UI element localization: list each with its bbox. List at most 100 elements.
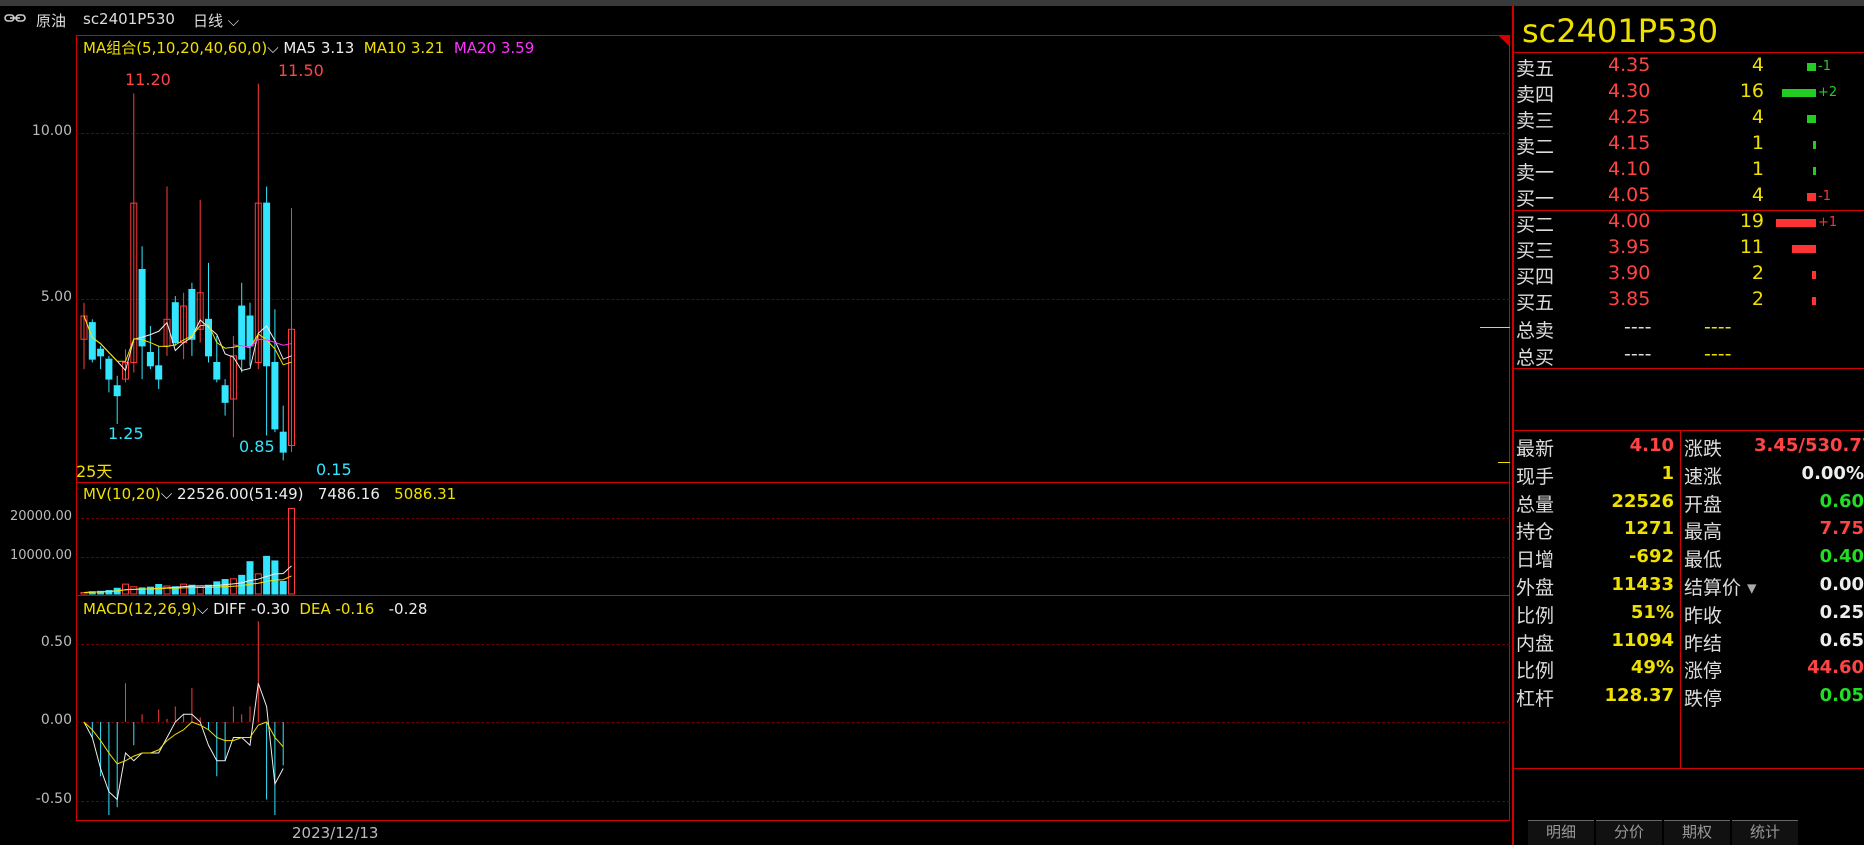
- y-tick-label: 10.00: [31, 123, 72, 139]
- volume-bar: [146, 586, 154, 595]
- stat-value: 0.25: [1819, 601, 1864, 623]
- stat-value: 44.60: [1807, 657, 1864, 679]
- quote-panel: sc2401P530 卖五 4.35 4 -1 卖四 4.30 16 +2 卖三 4.25 4 卖二 4…: [1512, 6, 1864, 845]
- stat-value: 0.00%: [1801, 462, 1864, 484]
- stat-label: 持仓: [1516, 521, 1555, 544]
- level-label: 买二: [1516, 214, 1555, 236]
- level-price: 3.90: [1608, 262, 1651, 284]
- mv20-value: 5086.31: [394, 485, 457, 503]
- candle-body: [155, 365, 163, 380]
- total-row: 总卖 ---- ----: [1514, 316, 1864, 346]
- y-tick-label: -0.50: [35, 791, 72, 807]
- volume-bar: [271, 560, 279, 595]
- tab-1[interactable]: 明细: [1528, 820, 1594, 845]
- level-price: 3.85: [1608, 288, 1651, 310]
- level-volume: 4: [1751, 54, 1764, 76]
- candle-body: [138, 269, 146, 347]
- candle-body: [97, 348, 105, 357]
- ma20-value: MA20 3.59: [453, 39, 535, 57]
- volume-bar: [1813, 141, 1816, 149]
- divider: [1514, 430, 1864, 431]
- y-tick-label: 20000.00: [9, 509, 72, 524]
- tab-2[interactable]: 分价: [1596, 820, 1662, 845]
- volume-bar: [246, 561, 254, 595]
- stat-label: 总量: [1516, 493, 1555, 516]
- level-volume: 19: [1739, 210, 1764, 232]
- kline-svg: [80, 83, 295, 461]
- volume-bar: [122, 583, 129, 595]
- stat-value: 22526: [1611, 490, 1674, 512]
- level-price: 4.35: [1608, 54, 1651, 76]
- volume-bar: [1807, 193, 1816, 201]
- level-volume: 1: [1751, 132, 1764, 154]
- volume-bar: [1792, 245, 1816, 253]
- stat-label: 昨结: [1684, 632, 1723, 655]
- candle-body: [246, 315, 254, 347]
- total-value: ----: [1624, 343, 1652, 365]
- stat-value: 1: [1661, 462, 1674, 484]
- volume-bar: [279, 580, 287, 595]
- candle-body: [113, 385, 121, 397]
- volume-bar: [1782, 89, 1816, 97]
- stat-label: 日增: [1516, 549, 1555, 572]
- volume-bar: [263, 555, 271, 595]
- instrument-group[interactable]: 原油: [36, 10, 66, 31]
- period-label: 日线: [193, 12, 224, 30]
- stat-value: 11094: [1611, 629, 1674, 651]
- volume-bar: [1807, 63, 1816, 71]
- volume-bar: [163, 585, 171, 595]
- tab-4[interactable]: 统计: [1732, 820, 1798, 845]
- stat-value: 7.75: [1819, 518, 1864, 540]
- volume-svg: [80, 507, 295, 595]
- level-price: 4.15: [1608, 132, 1651, 154]
- stat-label: 比例: [1516, 604, 1555, 627]
- stat-label: 速涨: [1684, 465, 1723, 488]
- period-dropdown[interactable]: 日线 ⌵: [193, 10, 239, 31]
- stat-label[interactable]: 结算价 ▾: [1684, 573, 1757, 600]
- candle-body: [279, 431, 287, 453]
- stat-value: 0.40: [1819, 546, 1864, 568]
- candle-body: [271, 361, 279, 430]
- days-label: 25天: [76, 462, 113, 481]
- volume-bar: [213, 581, 221, 595]
- chevron-down-icon: ⌵: [223, 12, 240, 30]
- level-volume: 1: [1751, 158, 1764, 180]
- divider: [1680, 430, 1681, 768]
- low-annotation: 0.15: [316, 460, 352, 479]
- y-tick-label: 10000.00: [9, 548, 72, 563]
- tab-3[interactable]: 期权: [1664, 820, 1730, 845]
- stat-value: 3.45/530.77%: [1754, 435, 1864, 456]
- stat-label: 开盘: [1684, 493, 1723, 516]
- volume-bar: [1813, 167, 1816, 175]
- level-price: 4.10: [1608, 158, 1651, 180]
- diff-line: [83, 683, 284, 801]
- stat-value: 0.05: [1819, 685, 1864, 707]
- level-label: 买三: [1516, 240, 1555, 262]
- y-tick-label: 0.50: [40, 634, 72, 650]
- level-label: 买四: [1516, 266, 1555, 288]
- level-label: 卖五: [1516, 58, 1555, 80]
- dea-line: [83, 721, 284, 765]
- stat-label: 现手: [1516, 465, 1555, 488]
- volume-bar: [288, 507, 295, 595]
- volume-bar: [1776, 219, 1816, 227]
- candle-body: [238, 305, 246, 360]
- bid-row[interactable]: 买五 3.85 2: [1514, 288, 1864, 318]
- high-annotation: 11.50: [278, 61, 324, 80]
- level-change: -1: [1818, 59, 1831, 74]
- price-marker: [1480, 327, 1510, 328]
- stat-label: 比例: [1516, 660, 1555, 683]
- link-icon[interactable]: [4, 10, 26, 28]
- symbol-label[interactable]: sc2401P530: [83, 10, 175, 28]
- volume-bar: [1807, 115, 1816, 123]
- level-change: +1: [1818, 215, 1838, 230]
- divider: [1514, 368, 1864, 369]
- price-marker: [1498, 462, 1510, 463]
- level-volume: 4: [1751, 106, 1764, 128]
- level-label: 卖四: [1516, 84, 1555, 106]
- candle-body: [146, 352, 154, 367]
- candle-body: [221, 385, 229, 403]
- y-tick-label: 0.00: [40, 712, 72, 728]
- volume-bar: [1812, 297, 1816, 305]
- level-volume: 11: [1739, 236, 1764, 258]
